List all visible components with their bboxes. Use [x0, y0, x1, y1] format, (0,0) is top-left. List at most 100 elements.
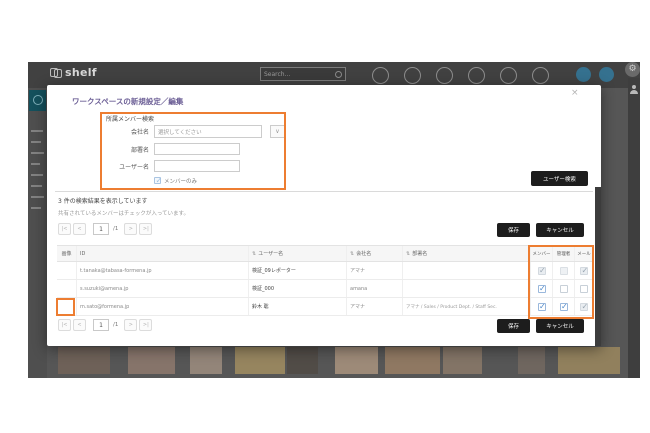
company-select[interactable]: 選択してください — [154, 125, 262, 138]
sidebar-item — [31, 163, 40, 165]
col-department: ⇅ 部署名 — [402, 246, 530, 261]
sidebar-home-icon[interactable] — [29, 90, 46, 111]
shelf-logo-icon — [50, 68, 62, 77]
cell-user: 検証_09レポーター — [248, 262, 346, 279]
sidebar-item — [31, 174, 43, 176]
search-icon — [335, 71, 342, 78]
admin-checkbox[interactable] — [560, 285, 568, 293]
pager-prev-button[interactable]: < — [73, 319, 86, 331]
user-name-field[interactable] — [154, 160, 240, 172]
mail-checkbox — [580, 267, 588, 275]
navbar-icon-2[interactable] — [404, 67, 421, 84]
cell-department: アマナ / Sales / Product Dept. / Staff Sec. — [402, 298, 530, 315]
section-divider — [55, 191, 593, 192]
col-company: ⇅ 会社名 — [346, 246, 402, 261]
cell-company: amana — [346, 280, 402, 297]
cell-department — [402, 262, 530, 279]
member-checkbox[interactable] — [538, 303, 546, 311]
photo-thumbnail — [558, 347, 620, 374]
pager-first-button[interactable]: |< — [58, 319, 71, 331]
cell-id: m.sato@formena.jp — [76, 298, 248, 315]
pager-next-button[interactable]: > — [124, 223, 137, 235]
upload-button[interactable] — [576, 67, 591, 82]
table-header-row: 画像 ID ⇅ ユーザー名 ⇅ 会社名 ⇅ 部署名 メンバー 管理者 メール — [57, 245, 593, 262]
right-toolbar — [628, 78, 640, 378]
pager-total-label: /1 — [113, 226, 118, 232]
member-checkbox — [538, 267, 546, 275]
navbar-icon-4[interactable] — [468, 67, 485, 84]
department-label: 部署名 — [105, 145, 149, 154]
photo-thumbnail — [335, 347, 378, 374]
pager-page-input[interactable]: 1 — [93, 319, 109, 331]
photo-thumbnail — [235, 347, 285, 374]
sort-icon[interactable]: ⇅ — [350, 251, 354, 257]
user-name-label: ユーザー名 — [105, 162, 149, 171]
pager-next-button[interactable]: > — [124, 319, 137, 331]
global-search-input[interactable]: Search... — [260, 67, 346, 81]
cell-company: アマナ — [346, 262, 402, 279]
cancel-button-bottom[interactable]: キャンセル — [536, 319, 584, 333]
col-user-label: ユーザー名 — [258, 250, 283, 257]
col-image: 画像 — [57, 246, 76, 261]
col-id: ID — [76, 246, 248, 261]
table-row: t.tanaka@tabasa-formena.jp 検証_09レポーター アマ… — [57, 262, 593, 280]
pager-last-button[interactable]: >| — [139, 223, 152, 235]
profile-button[interactable] — [599, 67, 614, 82]
pager-last-button[interactable]: >| — [139, 319, 152, 331]
mail-checkbox[interactable] — [580, 285, 588, 293]
chevron-down-icon[interactable]: ∨ — [270, 125, 285, 138]
sidebar-item — [31, 185, 42, 187]
photo-thumbnail — [443, 347, 482, 374]
cell-company: アマナ — [346, 298, 402, 315]
save-button-bottom[interactable]: 保存 — [497, 319, 530, 333]
member-search-heading: 所属メンバー検索 — [106, 114, 154, 123]
photo-thumbnail — [58, 347, 110, 374]
sidebar-item — [31, 130, 43, 132]
pager-page-input[interactable]: 1 — [93, 223, 109, 235]
search-placeholder: Search... — [264, 71, 290, 78]
photo-thumbnail — [518, 347, 545, 374]
navbar-icon-5[interactable] — [500, 67, 517, 84]
close-icon[interactable]: × — [569, 86, 581, 100]
workspace-settings-modal: × ワークスペースの新規設定／編集 所属メンバー検索 会社名 選択してください … — [47, 85, 601, 346]
user-icon[interactable] — [630, 85, 638, 95]
pager-prev-button[interactable]: < — [73, 223, 86, 235]
cell-department — [402, 280, 530, 297]
shelf-logo[interactable]: shelf — [50, 66, 97, 79]
photo-thumbnail — [128, 347, 175, 374]
user-search-button[interactable]: ユーザー検索 — [531, 171, 588, 186]
save-button-top[interactable]: 保存 — [497, 223, 530, 237]
col-admin: 管理者 — [552, 246, 574, 261]
photo-thumbnail — [190, 347, 222, 374]
mail-checkbox — [580, 303, 588, 311]
department-field[interactable] — [154, 143, 240, 155]
admin-checkbox[interactable] — [560, 303, 568, 311]
navbar-icon-1[interactable] — [372, 67, 389, 84]
table-row: s.suzuki@amena.jp 検証_000 amana — [57, 280, 593, 298]
cell-user: 鈴木 聡 — [248, 298, 346, 315]
member-only-label: メンバーのみ — [164, 177, 197, 185]
col-member: メンバー — [530, 246, 552, 261]
modal-scrollbar[interactable] — [595, 187, 601, 346]
pager-total-label: /1 — [113, 322, 118, 328]
photo-thumbnail — [385, 347, 440, 374]
photo-thumbnail — [287, 347, 318, 374]
col-user: ⇅ ユーザー名 — [248, 246, 346, 261]
navbar-icon-6[interactable] — [532, 67, 549, 84]
sidebar-item — [31, 207, 41, 209]
gear-icon[interactable]: ⚙ — [625, 62, 640, 77]
modal-title: ワークスペースの新規設定／編集 — [72, 96, 183, 107]
sort-icon[interactable]: ⇅ — [406, 251, 410, 257]
navbar-icon-3[interactable] — [436, 67, 453, 84]
col-mail: メール — [574, 246, 593, 261]
member-checkbox[interactable] — [538, 285, 546, 293]
company-label: 会社名 — [105, 127, 149, 136]
member-only-checkbox[interactable] — [154, 177, 161, 184]
pager-first-button[interactable]: |< — [58, 223, 71, 235]
result-count-text: 3 件の検索結果を表示しています — [58, 196, 148, 205]
table-row: m.sato@formena.jp 鈴木 聡 アマナ アマナ / Sales /… — [57, 298, 593, 316]
cell-user: 検証_000 — [248, 280, 346, 297]
sort-icon[interactable]: ⇅ — [252, 251, 256, 257]
sidebar-item — [31, 141, 41, 143]
cancel-button-top[interactable]: キャンセル — [536, 223, 584, 237]
